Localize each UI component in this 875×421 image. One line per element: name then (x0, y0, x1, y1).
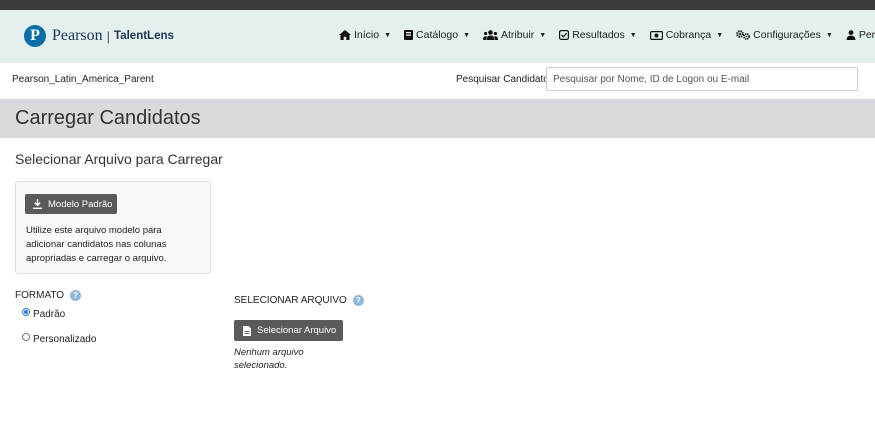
template-download-label: Modelo Padrão (48, 198, 113, 210)
home-icon (339, 30, 351, 40)
brand-product: TalentLens (114, 30, 174, 42)
pearson-logo-icon: P (24, 25, 46, 47)
chevron-down-icon: ▼ (629, 31, 637, 39)
file-status: Nenhum arquivo selecionado. (234, 347, 304, 371)
chevron-down-icon: ▼ (384, 31, 392, 39)
org-name: Pearson_Latin_America_Parent (12, 74, 154, 85)
checkbox-icon (559, 30, 570, 40)
main-menu: Início ▼ Catálogo ▼ Atribuir ▼ Resultado… (339, 29, 875, 41)
nav-item-label: Atribuir (501, 29, 535, 41)
radio-button[interactable] (22, 307, 30, 316)
nav-item-label: Resultados (572, 29, 625, 41)
users-icon (483, 30, 499, 40)
download-icon (33, 199, 42, 209)
select-file-label: SELECIONAR ARQUIVO ? (234, 295, 364, 306)
select-file-label-text: SELECIONAR ARQUIVO (234, 295, 347, 306)
top-stripe (0, 0, 875, 10)
nav-item-configuracoes[interactable]: Configurações ▼ (736, 29, 833, 41)
format-option-label: Personalizado (33, 334, 97, 345)
section-title: Selecionar Arquivo para Carregar (15, 151, 223, 167)
template-description: Utilize este arquivo modelo para adicion… (26, 225, 167, 264)
gears-icon (736, 30, 751, 40)
nav-item-inicio[interactable]: Início ▼ (339, 29, 391, 41)
brand-separator: | (106, 28, 111, 44)
nav-item-label: Início (354, 29, 380, 41)
chevron-down-icon: ▼ (463, 31, 471, 39)
chevron-down-icon: ▼ (825, 31, 833, 39)
nav-item-label: Cobrança (665, 29, 712, 41)
nav-item-perfil[interactable]: Perfil ▼ (846, 29, 875, 41)
subbar: Pearson_Latin_America_Parent Pesquisar C… (0, 63, 875, 99)
nav-item-cobranca[interactable]: Cobrança ▼ (649, 29, 724, 41)
nav-item-label: Perfil (858, 29, 875, 41)
chevron-down-icon: ▼ (539, 31, 547, 39)
file-icon (243, 325, 251, 336)
money-icon (649, 30, 663, 40)
nav-item-atribuir[interactable]: Atribuir ▼ (483, 29, 546, 41)
select-file-button-label: Selecionar Arquivo (257, 325, 337, 336)
help-icon[interactable]: ? (70, 290, 82, 301)
page-title: Carregar Candidatos (15, 107, 201, 129)
help-icon[interactable]: ? (352, 295, 364, 306)
brand-name: Pearson (52, 27, 103, 44)
format-label: FORMATO ? (15, 290, 82, 301)
nav-item-label: Catálogo (416, 29, 459, 41)
user-icon (846, 30, 856, 40)
template-download-button[interactable]: Modelo Padrão (25, 194, 117, 214)
chevron-down-icon: ▼ (716, 31, 724, 39)
format-label-text: FORMATO (15, 290, 65, 301)
nav-item-resultados[interactable]: Resultados ▼ (559, 29, 637, 41)
brand-logo[interactable]: P Pearson | TalentLens (24, 25, 174, 47)
select-file-button[interactable]: Selecionar Arquivo (234, 320, 343, 341)
nav-item-catalogo[interactable]: Catálogo ▼ (404, 29, 470, 41)
format-option-label: Padrão (33, 309, 66, 320)
book-icon (404, 30, 414, 40)
search-input[interactable] (546, 67, 858, 91)
search-label: Pesquisar Candidatos (456, 74, 554, 85)
navbar: P Pearson | TalentLens Início ▼ Catálogo… (0, 10, 875, 63)
format-option-personalizado[interactable]: Personalizado (22, 332, 97, 345)
page-header: Carregar Candidatos (0, 99, 875, 138)
template-panel: Modelo Padrão Utilize este arquivo model… (15, 181, 211, 274)
nav-item-label: Configurações (753, 29, 821, 41)
radio-button[interactable] (22, 332, 30, 341)
format-option-padrao[interactable]: Padrão (22, 307, 66, 320)
